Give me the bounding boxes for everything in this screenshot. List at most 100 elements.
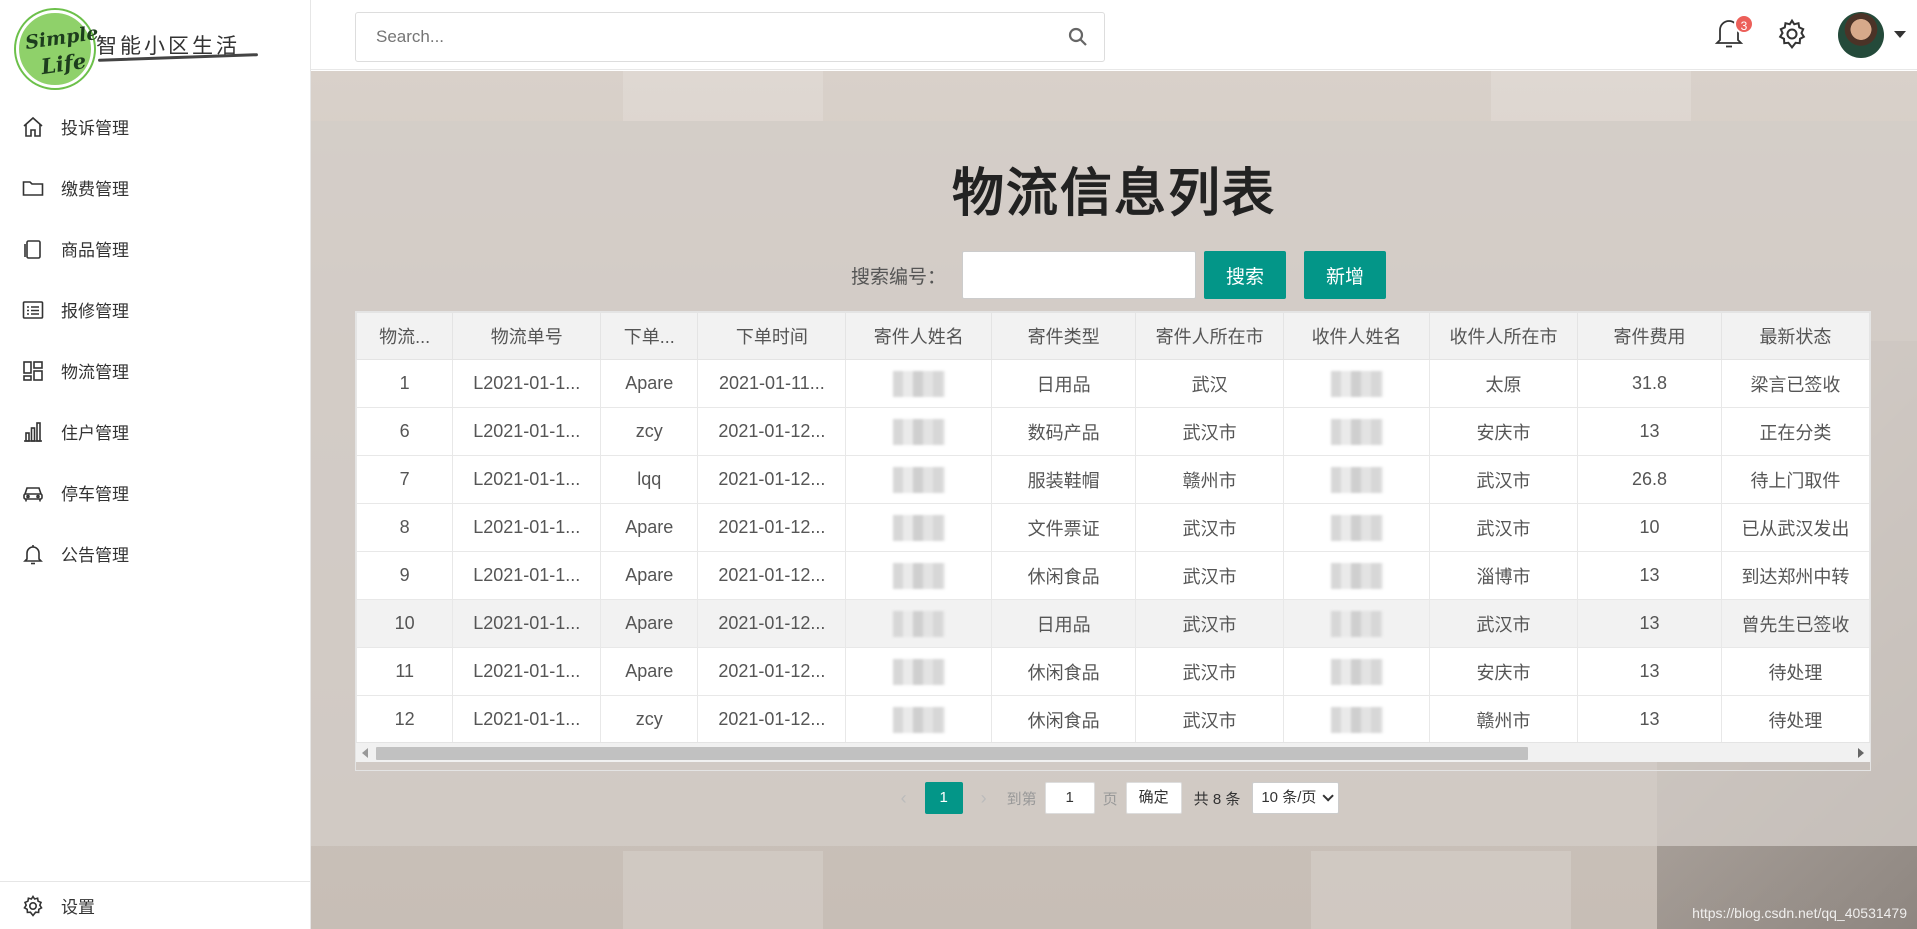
table-cell: 待上门取件 [1720,455,1870,504]
page-number-current[interactable]: 1 [924,782,963,814]
column-header[interactable]: 寄件费用 [1577,312,1722,360]
next-page-icon[interactable]: › [969,788,999,809]
table-cell-redacted [845,551,993,600]
chevron-down-icon [1322,790,1335,802]
table-cell: 武汉市 [1429,503,1579,552]
sidebar-item-logistics[interactable]: 物流管理 [0,340,310,401]
scroll-right-icon[interactable] [1858,748,1864,758]
settings-gear-icon[interactable] [1776,18,1808,50]
table-cell: 2021-01-12... [697,407,847,456]
goto-page-input[interactable]: 1 [1044,782,1095,814]
table-cell-redacted [845,695,993,742]
column-header[interactable]: 下单... [600,312,699,360]
table-cell: 安庆市 [1429,647,1579,696]
redacted-block [892,706,945,733]
table-cell: 日用品 [991,599,1137,648]
table-cell: L2021-01-1... [452,503,602,552]
user-avatar[interactable] [1838,12,1884,58]
column-header[interactable]: 收件人姓名 [1283,312,1431,360]
table-cell: 淄博市 [1429,551,1579,600]
sidebar-item-parking[interactable]: 停车管理 [0,462,310,523]
sidebar-item-settings[interactable]: 设置 [0,881,310,929]
chevron-down-icon[interactable] [1894,31,1906,38]
redacted-block [892,466,945,493]
column-header[interactable]: 寄件人姓名 [845,312,993,360]
sidebar-item-residents[interactable]: 住户管理 [0,401,310,462]
page-title: 物流信息列表 [951,164,1276,224]
sidebar-item-products[interactable]: 商品管理 [0,218,310,279]
table-cell: Apare [600,551,699,600]
scroll-left-icon[interactable] [362,748,368,758]
table-row[interactable]: 12 L2021-01-1... zcy 2021-01-12... 休闲食品 … [356,695,1870,742]
table-cell: L2021-01-1... [452,695,602,742]
table-cell-redacted [845,503,993,552]
redacted-block [1330,418,1383,445]
top-header: 3 [311,0,1917,70]
table-cell: L2021-01-1... [452,455,602,504]
table-row[interactable]: 8 L2021-01-1... Apare 2021-01-12... 文件票证… [356,503,1870,552]
logo[interactable]: Simple Life 智能小区生活 [16,8,259,90]
table-cell: 2021-01-12... [697,599,847,648]
add-button[interactable]: 新增 [1304,251,1387,299]
table-cell: 8 [356,503,454,552]
table-row-hovered[interactable]: 10 L2021-01-1... Apare 2021-01-12... 日用品… [356,599,1870,648]
sidebar-item-announcements[interactable]: 公告管理 [0,523,310,584]
table-cell: Apare [600,359,699,408]
column-header[interactable]: 收件人所在市 [1429,312,1579,360]
table-row[interactable]: 9 L2021-01-1... Apare 2021-01-12... 休闲食品… [356,551,1870,600]
search-button[interactable]: 搜索 [1204,251,1287,299]
table-row[interactable]: 6 L2021-01-1... zcy 2021-01-12... 数码产品 武… [356,407,1870,456]
table-row[interactable]: 1 L2021-01-1... Apare 2021-01-11... 日用品 … [356,359,1870,408]
table-cell: 13 [1577,599,1722,648]
table-cell: 10 [1577,503,1722,552]
redacted-block [1330,658,1383,685]
sidebar: Simple Life 智能小区生活 投诉管理 缴费管理 商品管理 报修管理 物… [0,0,311,929]
grid-icon [20,358,46,384]
page-unit-label: 页 [1102,790,1118,808]
sidebar-item-payments[interactable]: 缴费管理 [0,157,310,218]
table-cell: Apare [600,647,699,696]
search-number-input[interactable] [962,251,1197,299]
column-header[interactable]: 寄件类型 [991,312,1137,360]
table-cell: 2021-01-12... [697,647,847,696]
redacted-block [892,562,945,589]
table-cell: 2021-01-12... [697,551,847,600]
table-cell: zcy [600,407,699,456]
table-cell-redacted [1283,695,1431,742]
background-decoration [1311,851,1571,929]
column-header[interactable]: 物流单号 [452,312,602,360]
column-header[interactable]: 寄件人所在市 [1135,312,1285,360]
search-input[interactable] [356,13,1036,61]
logo-mark-line2: Life [39,47,88,80]
page-size-select[interactable]: 10 条/页 [1252,782,1340,814]
table-cell-redacted [1283,359,1431,408]
table-cell: Apare [600,599,699,648]
table-cell: 武汉市 [1135,407,1285,456]
table-cell-redacted [1283,503,1431,552]
table-header-row: 物流... 物流单号 下单... 下单时间 寄件人姓名 寄件类型 寄件人所在市 … [356,312,1870,360]
sidebar-item-label: 住户管理 [61,424,129,443]
column-header[interactable]: 最新状态 [1720,312,1870,360]
sidebar-item-repairs[interactable]: 报修管理 [0,279,310,340]
sidebar-item-complaints[interactable]: 投诉管理 [0,96,310,157]
watermark: https://blog.csdn.net/qq_40531479 [1692,905,1907,921]
total-count: 共 8 条 [1193,790,1241,808]
goto-confirm-button[interactable]: 确定 [1125,782,1182,814]
prev-page-icon[interactable]: ‹ [889,788,919,809]
table-viewport: 物流... 物流单号 下单... 下单时间 寄件人姓名 寄件类型 寄件人所在市 … [356,312,1870,742]
table-row[interactable]: 11 L2021-01-1... Apare 2021-01-12... 休闲食… [356,647,1870,696]
search-label: 搜索编号： [851,266,947,288]
scrollbar-thumb[interactable] [376,747,1528,760]
table-row[interactable]: 7 L2021-01-1... lqq 2021-01-12... 服装鞋帽 赣… [356,455,1870,504]
column-header[interactable]: 下单时间 [697,312,847,360]
table-cell: 文件票证 [991,503,1137,552]
column-header[interactable]: 物流... [356,312,454,360]
background-decoration [1491,71,1691,121]
search-icon[interactable] [1068,27,1088,47]
horizontal-scrollbar[interactable] [356,742,1870,762]
logo-mark-line1: Simple [23,21,100,55]
home-icon [20,114,46,140]
search-row: 搜索编号： 搜索 新增 [851,251,1404,299]
redacted-block [1330,562,1383,589]
redacted-block [1330,466,1383,493]
